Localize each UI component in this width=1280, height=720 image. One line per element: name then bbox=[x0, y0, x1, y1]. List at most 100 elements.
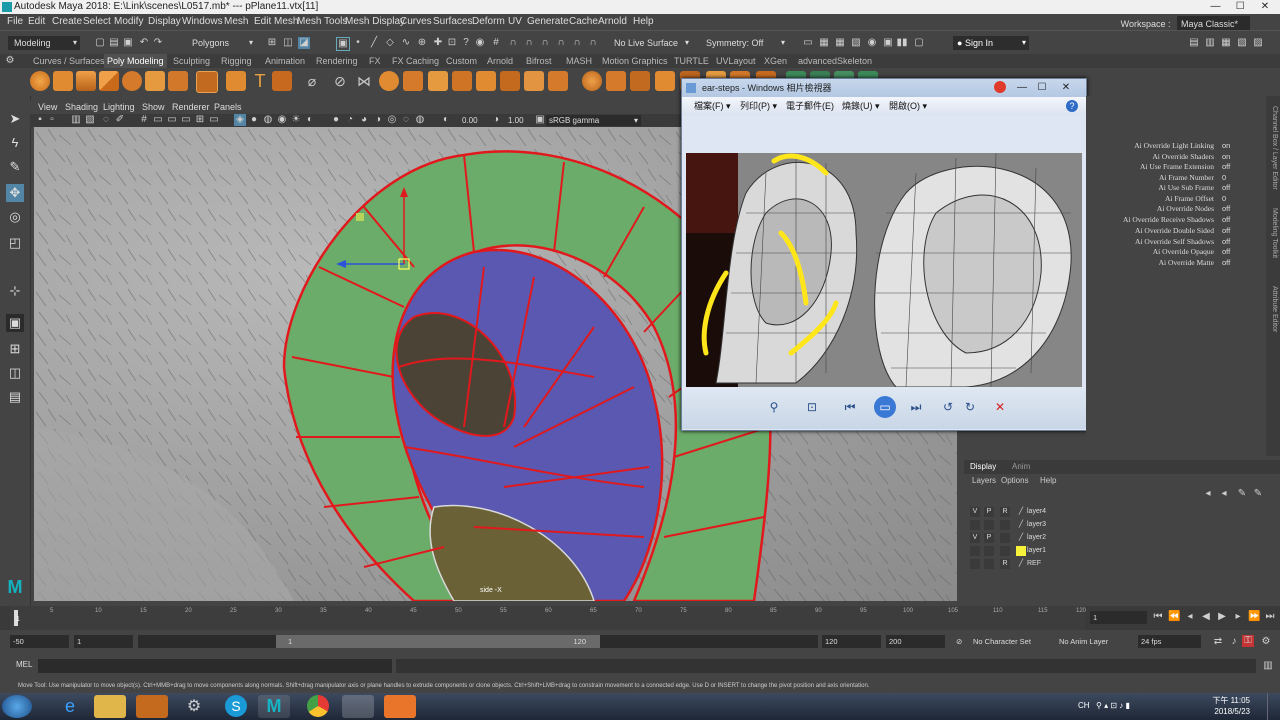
attr-value[interactable]: off bbox=[1222, 226, 1230, 235]
menu-select[interactable]: Select bbox=[83, 14, 111, 30]
go-to-start-icon[interactable]: ⏮ bbox=[1152, 611, 1164, 623]
move-layer-down-icon[interactable]: ◂ bbox=[1218, 488, 1230, 500]
time-ruler[interactable]: 1 5 10 15 20 25 30 35 40 45 50 55 60 65 … bbox=[10, 606, 1086, 630]
attr-value[interactable]: off bbox=[1222, 162, 1230, 171]
shelf-tab-rigging[interactable]: Rigging bbox=[221, 54, 252, 68]
select-by-joint-icon[interactable]: • bbox=[352, 37, 364, 49]
mirror-icon[interactable] bbox=[582, 71, 602, 91]
component-mode-icon[interactable]: ◪ bbox=[298, 37, 310, 49]
attr-value[interactable]: off bbox=[1222, 258, 1230, 267]
office-app-icon[interactable] bbox=[384, 695, 416, 718]
shelf-tab-uvlayout[interactable]: UVLayout bbox=[716, 54, 756, 68]
outliner-layout-icon[interactable]: ▤ bbox=[6, 388, 24, 406]
tray-icons[interactable]: ⚲ ▴ ⊡ ♪ ▮ bbox=[1096, 701, 1130, 710]
layer-reference-toggle[interactable] bbox=[1000, 533, 1010, 543]
snap-grid-icon[interactable]: # bbox=[490, 37, 502, 49]
current-frame-field[interactable]: 1 bbox=[1090, 611, 1147, 624]
pv-menu-email[interactable]: 電子郵件(E) bbox=[786, 97, 834, 115]
ime-indicator[interactable]: CH bbox=[1078, 701, 1090, 710]
menu-arnold[interactable]: Arnold bbox=[598, 14, 627, 30]
live-surface-field[interactable]: No Live Surface bbox=[608, 36, 692, 50]
sound-icon[interactable]: ♪ bbox=[1228, 636, 1240, 648]
new-scene-icon[interactable]: ▢ bbox=[94, 37, 106, 49]
side-tab-attribute-editor[interactable]: Attribute Editor bbox=[1271, 286, 1278, 332]
selected-vertex[interactable] bbox=[356, 213, 364, 221]
layer-menu-layers[interactable]: Layers bbox=[972, 474, 996, 488]
safe-action-icon[interactable]: ▭ bbox=[208, 114, 220, 126]
poly-platonic-icon[interactable] bbox=[196, 71, 218, 93]
motion-blur-icon[interactable]: ◔ bbox=[344, 114, 356, 126]
new-layer-icon[interactable]: ✎ bbox=[1236, 488, 1248, 500]
maya-taskbar-icon[interactable]: M bbox=[258, 695, 290, 718]
layer-row[interactable]: layer1 bbox=[968, 545, 1258, 557]
vp-menu-lighting[interactable]: Lighting bbox=[103, 100, 135, 114]
smooth-icon[interactable] bbox=[428, 71, 448, 91]
select-tool-icon[interactable]: ➤ bbox=[6, 110, 24, 128]
attr-value[interactable]: 0 bbox=[1222, 194, 1226, 203]
character-set-icon[interactable]: ⊘ bbox=[956, 635, 962, 648]
layer-reference-toggle[interactable]: R bbox=[1000, 559, 1010, 569]
layer-color-swatch[interactable]: ╱ bbox=[1016, 559, 1026, 569]
reduce-icon[interactable] bbox=[630, 71, 650, 91]
play-backwards-icon[interactable]: ◀ bbox=[1200, 611, 1212, 623]
loop-icon[interactable]: ⇄ bbox=[1212, 636, 1224, 648]
menu-generate[interactable]: Generate bbox=[527, 14, 569, 30]
tab-display[interactable]: Display bbox=[970, 460, 996, 474]
layer-color-swatch[interactable]: ╱ bbox=[1016, 533, 1026, 543]
delete-icon[interactable]: ✕ bbox=[992, 399, 1008, 415]
lasso-tool-icon[interactable]: ϟ bbox=[6, 134, 24, 152]
exposure-icon[interactable]: ◐ bbox=[440, 114, 452, 126]
settings-gear-icon[interactable]: ⚙ bbox=[178, 695, 210, 718]
vp-menu-panels[interactable]: Panels bbox=[214, 100, 242, 114]
layer-name[interactable]: layer4 bbox=[1027, 506, 1046, 518]
animation-prefs-icon[interactable]: ⚙ bbox=[1260, 636, 1272, 648]
layer-name[interactable]: REF bbox=[1027, 558, 1041, 570]
layer-menu-help[interactable]: Help bbox=[1040, 474, 1056, 488]
pv-help-icon[interactable]: ? bbox=[1066, 100, 1078, 112]
photo-viewer-close-button[interactable]: ✕ bbox=[1056, 81, 1076, 94]
layer-playback-toggle[interactable]: P bbox=[984, 507, 994, 517]
anti-aliasing-icon[interactable]: ◕ bbox=[358, 114, 370, 126]
scale-tool-icon[interactable]: ◰ bbox=[6, 234, 24, 252]
poly-cylinder-icon[interactable] bbox=[76, 71, 96, 91]
target-weld-icon[interactable]: ⋈ bbox=[354, 71, 374, 91]
grease-pencil-icon[interactable]: ✐ bbox=[114, 114, 126, 126]
menu-curves[interactable]: Curves bbox=[400, 14, 432, 30]
rotate-ccw-icon[interactable]: ↺ bbox=[940, 399, 956, 415]
shelf-settings-gear-icon[interactable]: ⚙ bbox=[4, 55, 16, 67]
menu-mesh[interactable]: Mesh bbox=[224, 14, 248, 30]
layer-playback-toggle[interactable] bbox=[984, 546, 994, 556]
time-slider[interactable]: 1 5 10 15 20 25 30 35 40 45 50 55 60 65 … bbox=[0, 606, 1280, 630]
redo-icon[interactable]: ↷ bbox=[152, 37, 164, 49]
photo-viewer-minimize-button[interactable]: — bbox=[1012, 81, 1032, 94]
smooth-shade-icon[interactable]: ● bbox=[248, 114, 260, 126]
system-clock[interactable]: 下午 11:05 2018/5/23 bbox=[1212, 695, 1250, 717]
outliner-toggle-icon[interactable]: ▨ bbox=[1252, 37, 1264, 49]
menu-mesh-tools[interactable]: Mesh Tools bbox=[297, 14, 347, 30]
attr-value[interactable]: off bbox=[1222, 183, 1230, 192]
shelf-tab-custom[interactable]: Custom bbox=[446, 54, 477, 68]
attr-value[interactable]: off bbox=[1222, 215, 1230, 224]
vp-menu-view[interactable]: View bbox=[38, 100, 57, 114]
render-frame-icon[interactable]: ▦ bbox=[818, 37, 830, 49]
snap-projected-center-icon[interactable]: ∩ bbox=[539, 37, 551, 49]
step-back-key-icon[interactable]: ◂ bbox=[1184, 611, 1196, 623]
select-misc-icon[interactable]: ? bbox=[460, 37, 472, 49]
svg-tool-icon[interactable] bbox=[272, 71, 292, 91]
ambient-occlusion-icon[interactable]: ● bbox=[330, 114, 342, 126]
poly-cone-icon[interactable] bbox=[99, 71, 119, 91]
menu-file[interactable]: File bbox=[7, 14, 23, 30]
vp-menu-show[interactable]: Show bbox=[142, 100, 165, 114]
select-camera-icon[interactable]: ▪ bbox=[34, 114, 46, 126]
rotate-tool-icon[interactable]: ◎ bbox=[6, 208, 24, 226]
hierarchy-mode-icon[interactable]: ⊞ bbox=[266, 37, 278, 49]
menu-surfaces[interactable]: Surfaces bbox=[433, 14, 472, 30]
attribute-editor-toggle-icon[interactable]: ▥ bbox=[1204, 37, 1216, 49]
use-all-lights-icon[interactable]: ☀ bbox=[290, 114, 302, 126]
menu-uv[interactable]: UV bbox=[508, 14, 522, 30]
layer-row[interactable]: R ╱ REF bbox=[968, 558, 1258, 570]
poly-plane-icon[interactable] bbox=[145, 71, 165, 91]
zoom-icon[interactable]: ⚲ bbox=[766, 399, 782, 415]
layer-visibility-toggle[interactable] bbox=[970, 520, 980, 530]
snap-icon[interactable]: ∩ bbox=[587, 37, 599, 49]
